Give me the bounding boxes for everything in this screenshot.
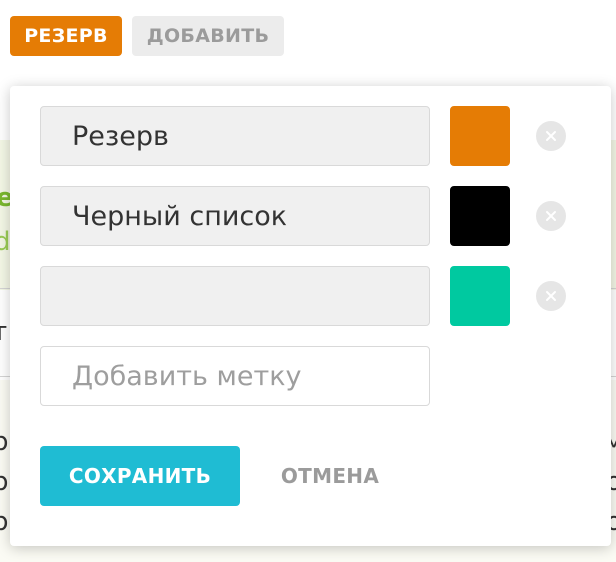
label-editor-popup: СОХРАНИТЬ ОТМЕНА bbox=[10, 86, 611, 546]
close-icon bbox=[546, 211, 556, 221]
remove-label-button[interactable] bbox=[536, 281, 566, 311]
remove-label-button[interactable] bbox=[536, 121, 566, 151]
background-text-fragment: р bbox=[0, 507, 9, 537]
label-color-swatch[interactable] bbox=[450, 266, 510, 326]
background-text-fragment: т bbox=[0, 317, 7, 347]
label-name-input[interactable] bbox=[40, 266, 430, 326]
background-text-fragment: р bbox=[0, 467, 9, 497]
label-color-swatch[interactable] bbox=[450, 186, 510, 246]
label-name-input[interactable] bbox=[40, 106, 430, 166]
save-button[interactable]: СОХРАНИТЬ bbox=[40, 446, 240, 506]
close-icon bbox=[546, 131, 556, 141]
tag-reserve-button[interactable]: РЕЗЕРВ bbox=[10, 16, 122, 56]
close-icon bbox=[546, 291, 556, 301]
background-text-fragment: d bbox=[0, 227, 11, 257]
add-tag-button[interactable]: ДОБАВИТЬ bbox=[132, 16, 284, 56]
label-color-swatch[interactable] bbox=[450, 106, 510, 166]
remove-label-button[interactable] bbox=[536, 201, 566, 231]
background-text-fragment: р bbox=[0, 427, 9, 457]
new-label-input[interactable] bbox=[40, 346, 430, 406]
label-name-input[interactable] bbox=[40, 186, 430, 246]
cancel-button[interactable]: ОТМЕНА bbox=[268, 446, 392, 506]
